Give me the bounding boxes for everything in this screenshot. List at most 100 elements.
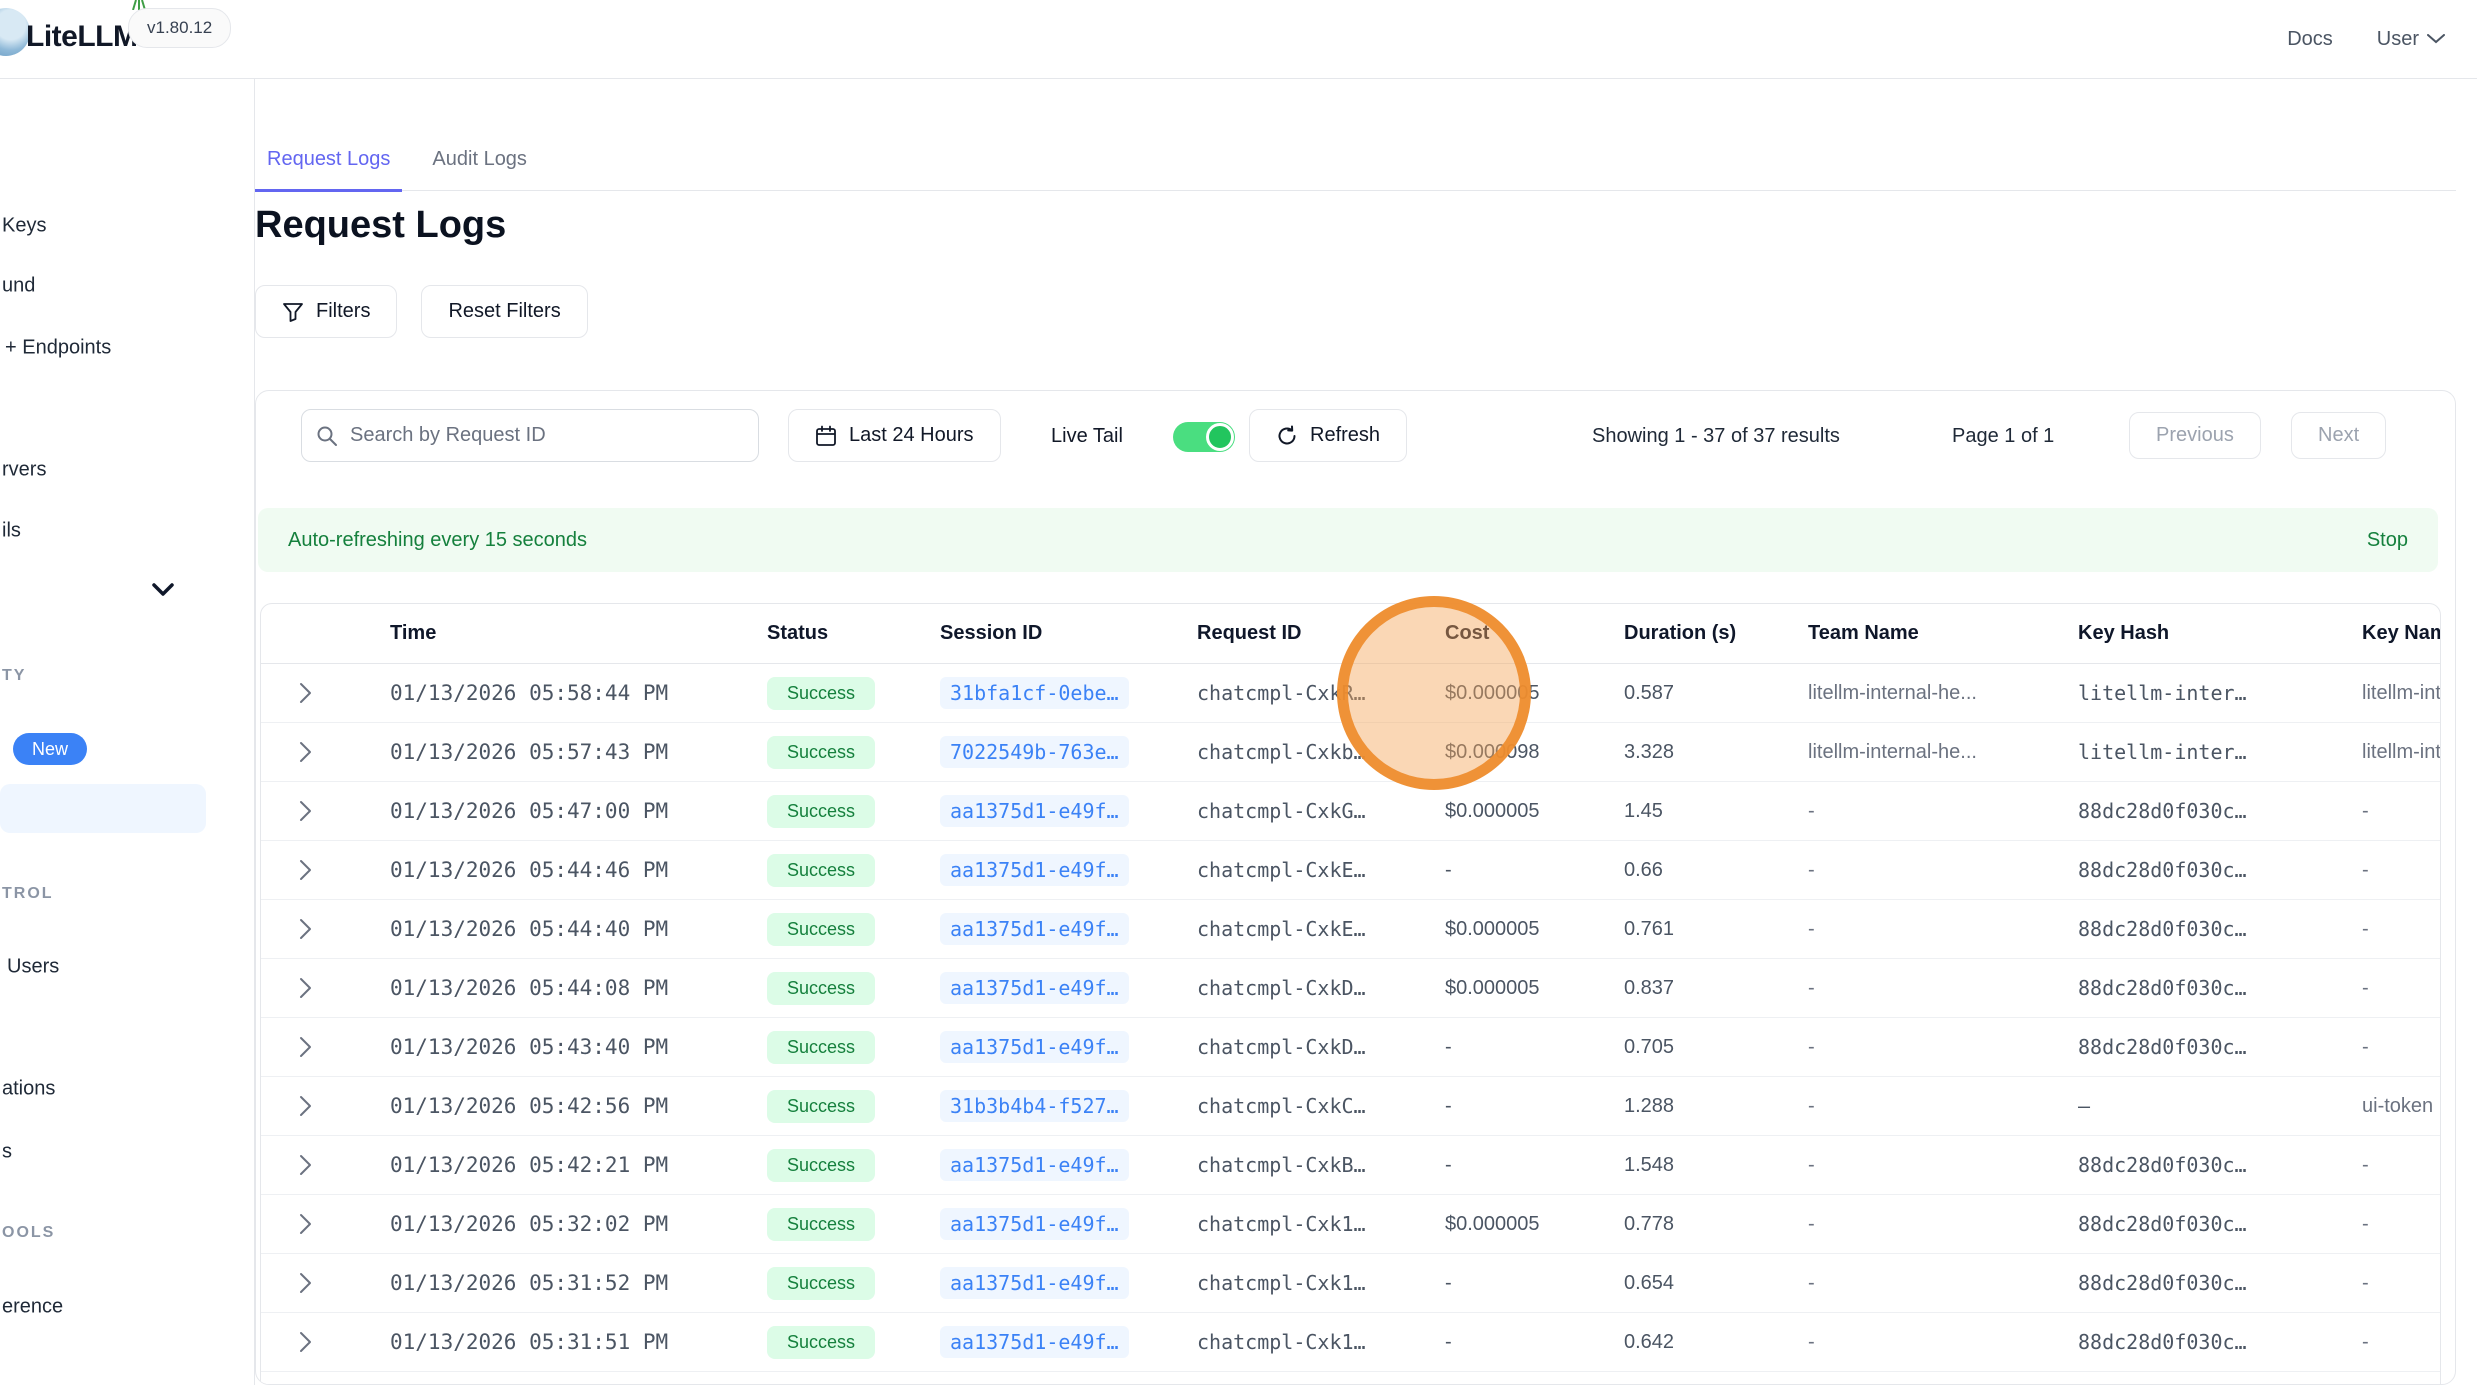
time-range-label: Last 24 Hours bbox=[849, 424, 974, 447]
cell-team-name: - bbox=[1808, 1272, 2078, 1295]
table-row[interactable]: 01/13/2026 05:31:38 PM Success aa1375d1-… bbox=[261, 1372, 2440, 1385]
cell-team-name: - bbox=[1808, 1036, 2078, 1059]
session-id-link[interactable]: aa1375d1-e49f… bbox=[940, 854, 1129, 886]
logs-card: Last 24 Hours Live Tail Refresh Showing … bbox=[255, 390, 2456, 1385]
session-id-link[interactable]: aa1375d1-e49f… bbox=[940, 795, 1129, 827]
refresh-label: Refresh bbox=[1310, 424, 1380, 447]
expand-row-button[interactable] bbox=[261, 1331, 390, 1353]
sidebar-item-playground[interactable]: und bbox=[2, 275, 35, 298]
expand-row-button[interactable] bbox=[261, 1036, 390, 1058]
cell-cost: $0.000005 bbox=[1445, 977, 1624, 1000]
results-count: Showing 1 - 37 of 37 results bbox=[1592, 391, 1840, 481]
table-row[interactable]: 01/13/2026 05:42:21 PM Success aa1375d1-… bbox=[261, 1136, 2440, 1195]
cell-cost: - bbox=[1445, 859, 1624, 882]
expand-row-button[interactable] bbox=[261, 1272, 390, 1294]
expand-row-button[interactable] bbox=[261, 1154, 390, 1176]
table-row[interactable]: 01/13/2026 05:43:40 PM Success aa1375d1-… bbox=[261, 1018, 2440, 1077]
filters-button[interactable]: Filters bbox=[255, 285, 397, 338]
expand-row-button[interactable] bbox=[261, 800, 390, 822]
status-badge: Success bbox=[767, 1090, 875, 1123]
session-id-link[interactable]: 31b3b4b4-f527… bbox=[940, 1090, 1129, 1122]
session-id-link[interactable]: aa1375d1-e49f… bbox=[940, 1267, 1129, 1299]
search-input[interactable] bbox=[348, 423, 744, 448]
sidebar-item-guardrails[interactable]: ils bbox=[2, 520, 21, 543]
expand-row-button[interactable] bbox=[261, 1095, 390, 1117]
tab-request-logs[interactable]: Request Logs bbox=[255, 130, 402, 192]
cell-key-hash: litellm-inter… bbox=[2078, 740, 2362, 764]
table-row[interactable]: 01/13/2026 05:44:46 PM Success aa1375d1-… bbox=[261, 841, 2440, 900]
sidebar-item-organizations[interactable]: ations bbox=[2, 1078, 55, 1101]
previous-page-button[interactable]: Previous bbox=[2129, 412, 2261, 459]
table-row[interactable]: 01/13/2026 05:47:00 PM Success aa1375d1-… bbox=[261, 782, 2440, 841]
table-row[interactable]: 01/13/2026 05:31:52 PM Success aa1375d1-… bbox=[261, 1254, 2440, 1313]
sidebar-item-internal-users[interactable]: Users bbox=[7, 956, 59, 979]
session-id-link[interactable]: 7022549b-763e… bbox=[940, 736, 1129, 768]
top-bar: LiteLLM v1.80.12 Docs User bbox=[0, 0, 2477, 79]
expand-row-button[interactable] bbox=[261, 859, 390, 881]
table-row[interactable]: 01/13/2026 05:44:08 PM Success aa1375d1-… bbox=[261, 959, 2440, 1018]
cell-time: 01/13/2026 05:32:02 PM bbox=[390, 1212, 767, 1236]
cell-team-name: - bbox=[1808, 800, 2078, 823]
session-id-link[interactable]: 31bfa1cf-0ebe… bbox=[940, 677, 1129, 709]
status-badge: Success bbox=[767, 972, 875, 1005]
chevron-right-icon bbox=[299, 741, 312, 763]
expand-row-button[interactable] bbox=[261, 682, 390, 704]
cell-duration: 1.288 bbox=[1624, 1095, 1808, 1118]
cell-key-name: - bbox=[2362, 1331, 2441, 1354]
sidebar-item-logs-active[interactable] bbox=[0, 784, 206, 833]
session-id-link[interactable]: aa1375d1-e49f… bbox=[940, 1326, 1129, 1358]
sidebar-item-servers[interactable]: rvers bbox=[2, 459, 46, 482]
sidebar-item-keys[interactable]: Keys bbox=[2, 215, 46, 238]
sidebar-item-teams[interactable]: s bbox=[2, 1141, 12, 1164]
table-row[interactable]: 01/13/2026 05:57:43 PM Success 7022549b-… bbox=[261, 723, 2440, 782]
chevron-right-icon bbox=[299, 918, 312, 940]
status-badge: Success bbox=[767, 795, 875, 828]
session-id-link[interactable]: aa1375d1-e49f… bbox=[940, 1208, 1129, 1240]
cell-key-name: - bbox=[2362, 977, 2441, 1000]
user-menu[interactable]: User bbox=[2377, 28, 2445, 51]
header-request-id: Request ID bbox=[1197, 622, 1445, 645]
cell-team-name: - bbox=[1808, 1213, 2078, 1236]
cell-cost: - bbox=[1445, 1331, 1624, 1354]
tab-audit-logs[interactable]: Audit Logs bbox=[420, 130, 539, 192]
session-id-link[interactable]: aa1375d1-e49f… bbox=[940, 972, 1129, 1004]
session-id-link[interactable]: aa1375d1-e49f… bbox=[940, 913, 1129, 945]
stop-auto-refresh-button[interactable]: Stop bbox=[2367, 529, 2408, 552]
session-id-link[interactable]: aa1375d1-e49f… bbox=[940, 1149, 1129, 1181]
page-title: Request Logs bbox=[255, 204, 506, 247]
expand-row-button[interactable] bbox=[261, 741, 390, 763]
table-row[interactable]: 01/13/2026 05:32:02 PM Success aa1375d1-… bbox=[261, 1195, 2440, 1254]
session-id-link[interactable]: aa1375d1-e49f… bbox=[940, 1031, 1129, 1063]
cell-request-id: chatcmpl-Cxk1… bbox=[1197, 1212, 1445, 1236]
docs-link[interactable]: Docs bbox=[2287, 28, 2333, 51]
expand-row-button[interactable] bbox=[261, 918, 390, 940]
cell-key-name: - bbox=[2362, 1272, 2441, 1295]
header-session-id: Session ID bbox=[940, 622, 1197, 645]
table-row[interactable]: 01/13/2026 05:42:56 PM Success 31b3b4b4-… bbox=[261, 1077, 2440, 1136]
cell-key-hash: – bbox=[2078, 1094, 2362, 1118]
search-box bbox=[301, 409, 759, 462]
refresh-button[interactable]: Refresh bbox=[1249, 409, 1407, 462]
expand-row-button[interactable] bbox=[261, 1213, 390, 1235]
table-row[interactable]: 01/13/2026 05:44:40 PM Success aa1375d1-… bbox=[261, 900, 2440, 959]
cell-cost: - bbox=[1445, 1095, 1624, 1118]
cell-time: 01/13/2026 05:44:46 PM bbox=[390, 858, 767, 882]
chevron-right-icon bbox=[299, 682, 312, 704]
header-status: Status bbox=[767, 622, 940, 645]
logs-tabs: Request Logs Audit Logs bbox=[255, 130, 2456, 191]
table-row[interactable]: 01/13/2026 05:31:51 PM Success aa1375d1-… bbox=[261, 1313, 2440, 1372]
time-range-button[interactable]: Last 24 Hours bbox=[788, 409, 1001, 462]
cell-request-id: chatcmpl-CxkR… bbox=[1197, 681, 1445, 705]
sidebar-collapse-chevron-icon[interactable] bbox=[152, 583, 174, 596]
header-key-name: Key Name bbox=[2362, 622, 2441, 645]
sidebar-item-api-reference[interactable]: erence bbox=[2, 1296, 63, 1319]
next-page-button[interactable]: Next bbox=[2291, 412, 2386, 459]
sidebar-item-models-endpoints[interactable]: + Endpoints bbox=[5, 337, 111, 360]
table-row[interactable]: 01/13/2026 05:58:44 PM Success 31bfa1cf-… bbox=[261, 664, 2440, 723]
expand-row-button[interactable] bbox=[261, 977, 390, 999]
reset-filters-button[interactable]: Reset Filters bbox=[421, 285, 587, 338]
table-header-row: Time Status Session ID Request ID Cost D… bbox=[261, 604, 2440, 664]
chevron-right-icon bbox=[299, 1272, 312, 1294]
live-tail-toggle[interactable] bbox=[1173, 422, 1235, 452]
cell-duration: 0.761 bbox=[1624, 918, 1808, 941]
